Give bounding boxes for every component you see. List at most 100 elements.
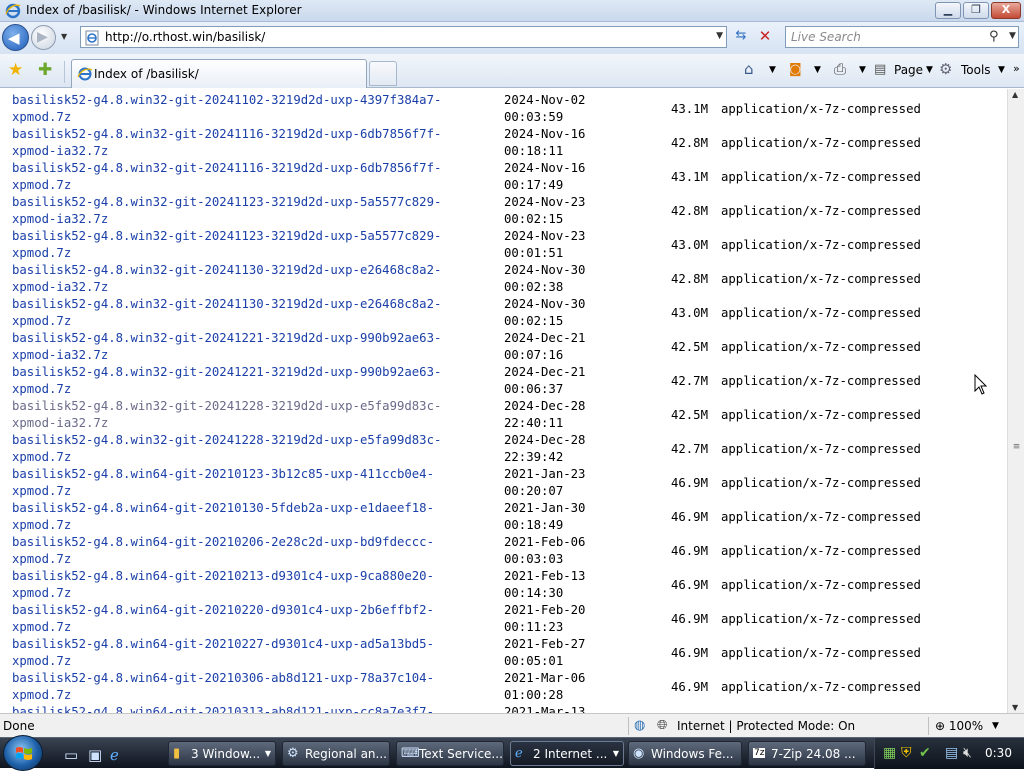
- file-link[interactable]: basilisk52-g4.8.win32-git-20241130-3219d…: [12, 262, 492, 296]
- file-link[interactable]: basilisk52-g4.8.win32-git-20241228-3219d…: [12, 398, 492, 432]
- taskbar-button[interactable]: ▮ 3 Window... ▼: [168, 741, 276, 766]
- file-link[interactable]: basilisk52-g4.8.win64-git-20210206-2e28c…: [12, 534, 492, 568]
- taskbar-button[interactable]: 7z 7-Zip 24.08 ...: [748, 741, 866, 766]
- search-input[interactable]: [789, 29, 979, 45]
- ie-icon: [5, 3, 21, 19]
- network-icon[interactable]: ▦: [883, 745, 896, 761]
- url-text[interactable]: http://o.rthost.win/basilisk/: [105, 30, 265, 44]
- taskbar-button[interactable]: ⚙ Regional an...: [282, 741, 390, 766]
- new-tab-button[interactable]: [369, 61, 397, 86]
- tools-menu[interactable]: Tools: [961, 63, 991, 77]
- file-size: 46.9M: [670, 544, 708, 558]
- scroll-up-icon[interactable]: ▲: [1012, 90, 1018, 99]
- clock[interactable]: 0:30: [985, 746, 1012, 760]
- taskbar-button[interactable]: ℯ 2 Internet ... ▼: [510, 741, 624, 766]
- zoom-icon: ⊕: [935, 719, 949, 733]
- file-link[interactable]: basilisk52-g4.8.win32-git-20241221-3219d…: [12, 330, 492, 364]
- taskbar-button-label: Text Service...: [419, 747, 503, 761]
- file-size: 46.9M: [670, 510, 708, 524]
- tab-index-basilisk[interactable]: Index of /basilisk/: [71, 59, 367, 88]
- file-link[interactable]: basilisk52-g4.8.win64-git-20210220-d9301…: [12, 602, 492, 636]
- back-button[interactable]: ◀: [2, 24, 29, 51]
- file-link[interactable]: basilisk52-g4.8.win32-git-20241102-3219d…: [12, 92, 492, 126]
- file-link[interactable]: basilisk52-g4.8.win32-git-20241116-3219d…: [12, 126, 492, 160]
- zoom-level[interactable]: ⊕ 100%: [935, 719, 983, 733]
- security-shield-icon[interactable]: ⛨: [901, 745, 912, 761]
- feeds-dropdown-icon[interactable]: ▼: [814, 65, 821, 75]
- file-date: 2024-Dec-21 00:07:16: [504, 331, 586, 362]
- add-favorites-icon[interactable]: ✚: [38, 60, 52, 80]
- file-link[interactable]: basilisk52-g4.8.win32-git-20241123-3219d…: [12, 228, 492, 262]
- address-dropdown-icon[interactable]: ▼: [716, 31, 723, 41]
- taskbar-button[interactable]: ◉ Windows Fe...: [628, 741, 742, 766]
- home-icon[interactable]: ⌂: [744, 60, 754, 78]
- scroll-down-icon[interactable]: ▼: [1012, 703, 1018, 712]
- stop-button[interactable]: ✕: [756, 27, 774, 45]
- page-menu[interactable]: Page: [894, 63, 923, 77]
- vertical-scrollbar[interactable]: ▲ ≡ ▼: [1007, 89, 1024, 713]
- file-type: application/x-7z-compressed: [721, 272, 921, 286]
- file-size: 46.9M: [670, 612, 708, 626]
- control-panel-icon: ⚙: [287, 746, 299, 761]
- file-date: 2024-Nov-02 00:03:59: [504, 93, 586, 124]
- switch-windows-icon[interactable]: ▣: [88, 746, 102, 764]
- refresh-button[interactable]: ⇆: [732, 28, 750, 46]
- file-link[interactable]: basilisk52-g4.8.win32-git-20241221-3219d…: [12, 364, 492, 398]
- file-link[interactable]: basilisk52-g4.8.win32-git-20241228-3219d…: [12, 432, 492, 466]
- status-bar: Done ◍ 🌐︎ Internet | Protected Mode: On …: [0, 713, 1024, 737]
- file-date: 2024-Nov-30 00:02:38: [504, 263, 586, 294]
- page-icon[interactable]: ▤: [874, 62, 886, 77]
- file-date: 2021-Feb-20 00:11:23: [504, 603, 586, 634]
- file-link[interactable]: basilisk52-g4.8.win64-git-20210213-d9301…: [12, 568, 492, 602]
- file-link[interactable]: basilisk52-g4.8.win32-git-20241123-3219d…: [12, 194, 492, 228]
- search-options-icon[interactable]: ▼: [1009, 31, 1016, 41]
- file-type: application/x-7z-compressed: [721, 102, 921, 116]
- print-dropdown-icon[interactable]: ▼: [859, 65, 866, 75]
- taskbar-button[interactable]: ⌨ Text Service...: [396, 741, 504, 766]
- chevron-right-icon[interactable]: »: [1013, 62, 1020, 75]
- page-dropdown-icon[interactable]: ▼: [926, 65, 933, 75]
- recent-pages-dropdown[interactable]: ▼: [61, 32, 67, 41]
- favorites-star-icon[interactable]: ★: [8, 60, 23, 80]
- close-button[interactable]: X: [991, 2, 1021, 19]
- zoom-dropdown-icon[interactable]: ▼: [992, 721, 999, 731]
- display-icon[interactable]: ▤: [945, 745, 958, 761]
- windows-logo-icon: [16, 747, 32, 760]
- security-zone[interactable]: Internet | Protected Mode: On: [677, 719, 855, 733]
- minimize-button[interactable]: ▁: [935, 2, 961, 19]
- file-date: 2021-Mar-13: [504, 705, 586, 713]
- search-icon[interactable]: ⚲: [989, 29, 999, 44]
- file-size: 46.9M: [670, 578, 708, 592]
- file-type: application/x-7z-compressed: [721, 408, 921, 422]
- zone-icon: 🌐︎: [657, 718, 668, 733]
- start-button[interactable]: [3, 735, 43, 771]
- address-bar[interactable]: http://o.rthost.win/basilisk/ ▼: [80, 26, 727, 48]
- file-type: application/x-7z-compressed: [721, 238, 921, 252]
- file-link[interactable]: basilisk52-g4.8.win32-git-20241116-3219d…: [12, 160, 492, 194]
- tab-label: Index of /basilisk/: [94, 67, 199, 81]
- gear-icon[interactable]: ⚙: [939, 60, 952, 78]
- home-dropdown-icon[interactable]: ▼: [769, 65, 776, 75]
- defender-icon[interactable]: ✔: [919, 745, 931, 761]
- scroll-thumb[interactable]: ≡: [1010, 441, 1023, 455]
- maximize-button[interactable]: ❐: [963, 2, 989, 19]
- feeds-icon[interactable]: ◙: [789, 62, 802, 77]
- file-date: 2024-Nov-23 00:02:15: [504, 195, 586, 226]
- taskbar-button-label: Regional an...: [305, 747, 387, 761]
- file-link[interactable]: basilisk52-g4.8.win64-git-20210306-ab8d1…: [12, 670, 492, 704]
- file-link[interactable]: basilisk52-g4.8.win64-git-20210123-3b12c…: [12, 466, 492, 500]
- file-link[interactable]: basilisk52-g4.8.win32-git-20241130-3219d…: [12, 296, 492, 330]
- search-box[interactable]: ⚲ ▼: [785, 26, 1019, 48]
- file-link[interactable]: basilisk52-g4.8.win64-git-20210313-ab8d1…: [12, 704, 492, 713]
- tools-dropdown-icon[interactable]: ▼: [998, 65, 1005, 75]
- forward-button[interactable]: ▶: [31, 25, 56, 50]
- show-desktop-icon[interactable]: ▭: [64, 746, 78, 764]
- print-icon[interactable]: ⎙: [834, 60, 846, 78]
- file-type: application/x-7z-compressed: [721, 374, 921, 388]
- file-link[interactable]: basilisk52-g4.8.win64-git-20210130-5fdeb…: [12, 500, 492, 534]
- file-link[interactable]: basilisk52-g4.8.win64-git-20210227-d9301…: [12, 636, 492, 670]
- volume-muted-icon[interactable]: 🔇︎: [963, 745, 972, 761]
- file-type: application/x-7z-compressed: [721, 442, 921, 456]
- ie-quicklaunch-icon[interactable]: ℯ: [110, 746, 119, 764]
- divider: [64, 61, 65, 83]
